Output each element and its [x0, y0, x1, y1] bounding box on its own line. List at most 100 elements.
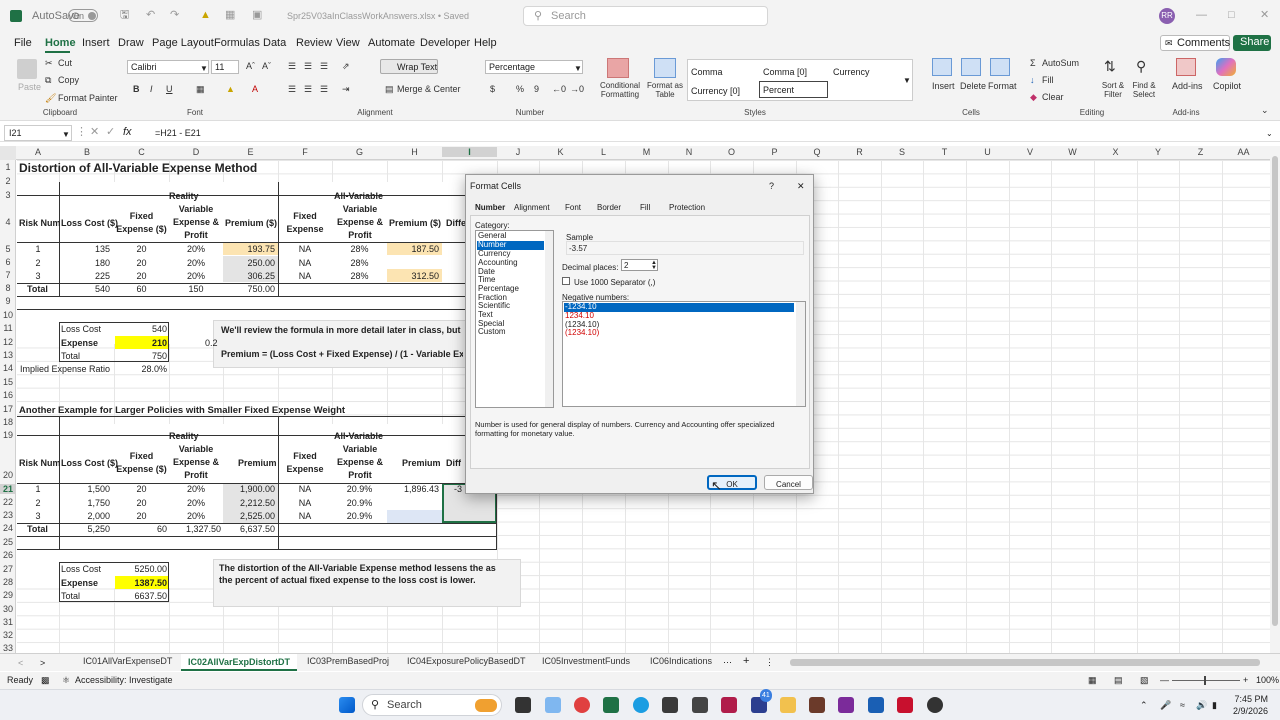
delete-cells-button[interactable]: Delete — [960, 81, 986, 91]
negative-scrollbar[interactable] — [796, 302, 805, 406]
style-percent[interactable]: Percent — [759, 81, 828, 98]
format-icon[interactable]: ▣ — [252, 9, 262, 22]
conditional-formatting-button[interactable]: Conditional Formatting — [597, 81, 643, 99]
confirm-formula-icon[interactable]: ✓ — [106, 126, 115, 139]
borders-icon[interactable]: ▦ — [196, 84, 205, 95]
word-icon[interactable] — [868, 697, 884, 713]
tab-alignment[interactable]: Alignment — [514, 203, 550, 212]
format-as-table-button[interactable]: Format as Table — [644, 81, 686, 99]
tab-font[interactable]: Font — [565, 203, 581, 212]
app-icon[interactable] — [692, 697, 708, 713]
row-header[interactable]: 17 — [0, 404, 16, 414]
gallery-more-icon[interactable]: ▼ — [903, 74, 911, 87]
windows-start-icon[interactable] — [339, 697, 355, 713]
cut-button[interactable]: Cut — [58, 58, 72, 68]
merge-center-button[interactable]: Merge & Center — [397, 84, 461, 94]
undo-icon[interactable]: ↶ — [146, 9, 155, 22]
row-header[interactable]: 30 — [0, 604, 16, 614]
scroll-thumb[interactable] — [1272, 156, 1278, 626]
widgets-icon[interactable] — [545, 697, 561, 713]
format-painter-button[interactable]: Format Painter — [58, 93, 118, 103]
row-header[interactable]: 20 — [0, 470, 16, 480]
col-header[interactable]: S — [881, 147, 923, 157]
col-header[interactable]: P — [753, 147, 796, 157]
zoom-in-icon[interactable]: + — [1243, 674, 1248, 687]
col-header[interactable]: T — [923, 147, 966, 157]
insert-function-icon[interactable]: fx — [123, 126, 132, 139]
redo-icon[interactable]: ↷ — [170, 9, 179, 22]
row-header[interactable]: 3 — [0, 190, 16, 200]
row-header[interactable]: 32 — [0, 630, 16, 640]
row-header[interactable]: 2 — [0, 176, 16, 186]
row-header[interactable]: 5 — [0, 244, 16, 254]
save-icon[interactable]: 🖫 — [120, 9, 129, 22]
col-header[interactable]: V — [1009, 147, 1051, 157]
paste-icon[interactable] — [17, 59, 37, 79]
zoom-level[interactable]: 100% — [1256, 674, 1279, 687]
menu-view[interactable]: View — [336, 37, 360, 50]
collapse-ribbon-icon[interactable]: ⌄ — [1261, 105, 1269, 116]
comments-button[interactable]: ✉ Comments — [1160, 35, 1230, 51]
row-header[interactable]: 12 — [0, 337, 16, 347]
row-header[interactable]: 1 — [0, 162, 16, 172]
battery-icon[interactable]: ▮ — [1212, 699, 1217, 712]
row-header[interactable]: 19 — [0, 430, 16, 440]
col-header[interactable]: J — [497, 147, 539, 157]
app-icon[interactable] — [721, 697, 737, 713]
mic-icon[interactable]: 🎤 — [1160, 699, 1171, 712]
edge-icon[interactable] — [633, 697, 649, 713]
maximize-icon[interactable]: □ — [1228, 9, 1235, 22]
highlight-icon[interactable]: ▲ — [200, 9, 211, 22]
increase-decimal-icon[interactable]: ←0 — [552, 84, 566, 94]
category-scrollbar[interactable] — [545, 231, 553, 407]
spinner-down-icon[interactable]: ▼ — [651, 262, 657, 275]
insert-cells-button[interactable]: Insert — [932, 81, 955, 91]
close-icon[interactable]: ✕ — [797, 180, 805, 193]
row-header[interactable]: 29 — [0, 590, 16, 600]
style-comma0[interactable]: Comma [0] — [763, 66, 807, 79]
col-header[interactable]: N — [668, 147, 710, 157]
row-header[interactable]: 25 — [0, 537, 16, 547]
align-middle-icon[interactable]: ☰ — [304, 61, 312, 72]
copy-button[interactable]: Copy — [58, 75, 79, 85]
store-icon[interactable] — [662, 697, 678, 713]
task-view-icon[interactable] — [515, 697, 531, 713]
row-header[interactable]: 24 — [0, 523, 16, 533]
tab-fill[interactable]: Fill — [640, 203, 650, 212]
col-header[interactable]: H — [387, 147, 442, 157]
wrap-text-button[interactable]: Wrap Text — [380, 59, 438, 74]
negative-item[interactable]: (1234.10) — [565, 328, 599, 338]
wifi-icon[interactable]: ≈ — [1180, 699, 1185, 712]
app-icon[interactable]: 41 — [751, 689, 772, 713]
fill-button[interactable]: Fill — [1042, 75, 1054, 85]
sheet-options-icon[interactable]: ⋮ — [765, 656, 774, 669]
col-header[interactable]: L — [582, 147, 625, 157]
row-header[interactable]: 23 — [0, 510, 16, 520]
table-icon[interactable]: ▦ — [225, 9, 235, 22]
user-avatar[interactable]: RR — [1159, 8, 1175, 24]
fill-color-icon[interactable]: ▲ — [226, 84, 235, 94]
cancel-button[interactable]: Cancel — [764, 475, 813, 490]
orientation-icon[interactable]: ⇗ — [342, 61, 350, 72]
sheet-tab[interactable]: IC03PremBasedProj — [307, 656, 389, 666]
col-header[interactable]: B — [60, 147, 114, 157]
page-break-icon[interactable]: ▧ — [1140, 674, 1149, 687]
style-currency0[interactable]: Currency [0] — [691, 85, 740, 98]
chevron-up-icon[interactable]: ⌃ — [1140, 699, 1148, 712]
tab-number[interactable]: Number — [475, 203, 505, 212]
menu-insert[interactable]: Insert — [82, 37, 110, 50]
acrobat-icon[interactable] — [897, 697, 913, 713]
share-button[interactable]: Share — [1233, 35, 1271, 51]
autosum-button[interactable]: AutoSum — [1042, 58, 1079, 68]
percent-button[interactable]: % — [516, 84, 524, 94]
align-left-icon[interactable]: ☰ — [288, 84, 296, 95]
prev-sheet-icon[interactable]: < — [18, 657, 23, 670]
col-header[interactable]: AA — [1222, 147, 1265, 157]
col-header[interactable]: C — [114, 147, 169, 157]
row-header[interactable]: 11 — [0, 323, 16, 333]
col-header[interactable]: O — [710, 147, 753, 157]
col-header[interactable]: Z — [1179, 147, 1222, 157]
col-header[interactable]: R — [838, 147, 881, 157]
horizontal-scrollbar[interactable] — [790, 659, 1260, 666]
align-top-icon[interactable]: ☰ — [288, 61, 296, 72]
